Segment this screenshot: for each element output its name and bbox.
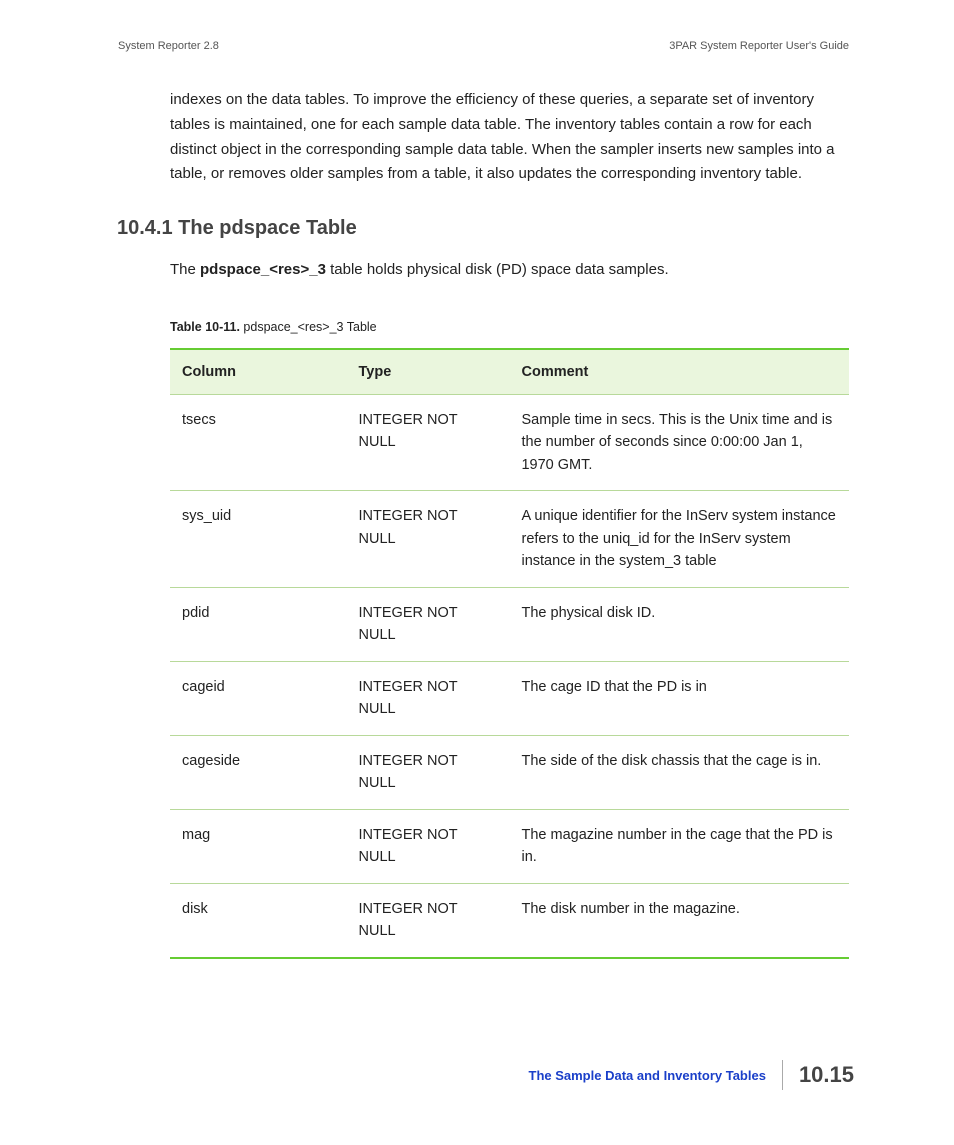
table-row: tsecs INTEGER NOT NULL Sample time in se… [170,395,849,491]
page-header: System Reporter 2.8 3PAR System Reporter… [118,40,849,52]
intro-paragraph: indexes on the data tables. To improve t… [170,88,849,187]
cell-column: pdid [170,587,347,661]
table-row: sys_uid INTEGER NOT NULL A unique identi… [170,491,849,587]
cell-comment: The magazine number in the cage that the… [509,809,849,883]
th-comment: Comment [509,349,849,395]
cell-comment: The physical disk ID. [509,587,849,661]
cell-column: cageside [170,735,347,809]
cell-type: INTEGER NOT NULL [347,883,510,957]
table-caption-label: Table 10-11. [170,320,240,334]
th-type: Type [347,349,510,395]
th-column: Column [170,349,347,395]
cell-column: cageid [170,661,347,735]
table-row: mag INTEGER NOT NULL The magazine number… [170,809,849,883]
table-row: disk INTEGER NOT NULL The disk number in… [170,883,849,957]
table-row: cageid INTEGER NOT NULL The cage ID that… [170,661,849,735]
table-header-row: Column Type Comment [170,349,849,395]
pdspace-table: Column Type Comment tsecs INTEGER NOT NU… [170,348,849,959]
intro-bold: pdspace_<res>_3 [200,261,326,278]
cell-column: tsecs [170,395,347,491]
cell-comment: The cage ID that the PD is in [509,661,849,735]
cell-type: INTEGER NOT NULL [347,809,510,883]
page-content: indexes on the data tables. To improve t… [170,88,849,959]
cell-type: INTEGER NOT NULL [347,735,510,809]
cell-comment: Sample time in secs. This is the Unix ti… [509,395,849,491]
cell-type: INTEGER NOT NULL [347,491,510,587]
section-intro: The pdspace_<res>_3 table holds physical… [170,258,849,282]
table-row: cageside INTEGER NOT NULL The side of th… [170,735,849,809]
cell-column: mag [170,809,347,883]
cell-comment: The side of the disk chassis that the ca… [509,735,849,809]
cell-type: INTEGER NOT NULL [347,587,510,661]
footer-section-link[interactable]: The Sample Data and Inventory Tables [529,1068,782,1083]
table-row: pdid INTEGER NOT NULL The physical disk … [170,587,849,661]
section-heading: 10.4.1 The pdspace Table [117,217,849,240]
footer-page-number: 10.15 [783,1062,854,1088]
cell-comment: The disk number in the magazine. [509,883,849,957]
header-right-text: 3PAR System Reporter User's Guide [669,40,849,52]
cell-type: INTEGER NOT NULL [347,661,510,735]
cell-type: INTEGER NOT NULL [347,395,510,491]
page-footer: The Sample Data and Inventory Tables 10.… [529,1060,855,1090]
table-caption-text: pdspace_<res>_3 Table [240,320,377,334]
table-caption: Table 10-11. pdspace_<res>_3 Table [170,320,849,334]
cell-column: disk [170,883,347,957]
header-left-text: System Reporter 2.8 [118,40,219,52]
intro-prefix: The [170,261,200,278]
cell-column: sys_uid [170,491,347,587]
cell-comment: A unique identifier for the InServ syste… [509,491,849,587]
intro-suffix: table holds physical disk (PD) space dat… [326,261,669,278]
